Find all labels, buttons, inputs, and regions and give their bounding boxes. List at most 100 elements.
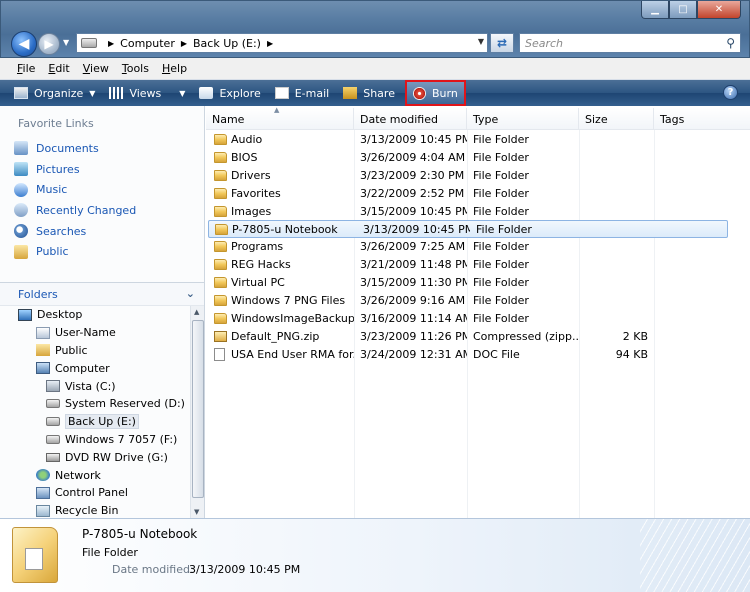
scrollbar-thumb[interactable] bbox=[192, 320, 204, 498]
organize-button[interactable]: Organize ▼ bbox=[10, 82, 99, 104]
window-controls: ▁ □ ✕ bbox=[641, 1, 741, 19]
file-type: File Folder bbox=[473, 133, 529, 147]
table-row[interactable]: USA End User RMA for... 3/24/2009 12:31 A… bbox=[206, 345, 750, 363]
column-header-tags[interactable]: Tags bbox=[654, 108, 750, 130]
folder-tree-item[interactable]: System Reserved (D:) bbox=[0, 395, 190, 413]
menu-tools[interactable]: Tools bbox=[122, 62, 149, 75]
table-row[interactable]: Images 3/15/2009 10:45 PM File Folder bbox=[206, 202, 750, 220]
column-header-label: Tags bbox=[660, 112, 685, 126]
breadcrumb-separator-icon[interactable]: ▶ bbox=[181, 39, 187, 48]
folder-tree-item[interactable]: User-Name bbox=[0, 324, 190, 342]
email-button[interactable]: E-mail bbox=[271, 82, 334, 104]
favorite-link-public[interactable]: Public bbox=[14, 241, 199, 262]
folder-tree-label: Back Up (E:) bbox=[65, 414, 139, 430]
table-row[interactable]: REG Hacks 3/21/2009 11:48 PM File Folder bbox=[206, 256, 750, 274]
favorite-link-recently-changed[interactable]: Recently Changed bbox=[14, 200, 199, 221]
music-icon bbox=[14, 182, 28, 197]
table-row[interactable]: Windows 7 PNG Files 3/26/2009 9:16 AM File… bbox=[206, 292, 750, 310]
file-date-modified: 3/13/2009 10:45 PM bbox=[360, 133, 467, 147]
folder-tree-item[interactable]: DVD RW Drive (G:) bbox=[0, 448, 190, 466]
table-row[interactable]: Audio 3/13/2009 10:45 PM File Folder bbox=[206, 131, 750, 149]
help-icon[interactable]: ? bbox=[723, 85, 738, 100]
explore-icon bbox=[199, 87, 214, 99]
burn-button[interactable]: Burn bbox=[404, 80, 466, 106]
favorite-link-documents[interactable]: Documents bbox=[14, 138, 199, 159]
menu-view[interactable]: View bbox=[83, 62, 109, 75]
table-row[interactable]: Drivers 3/23/2009 2:30 PM File Folder bbox=[206, 167, 750, 185]
menu-help[interactable]: Help bbox=[162, 62, 187, 75]
scroll-up-icon[interactable]: ▲ bbox=[194, 308, 199, 316]
windows-drive-icon bbox=[46, 380, 60, 393]
forward-button[interactable]: ▶ bbox=[38, 33, 60, 55]
table-row[interactable]: Default_PNG.zip 3/23/2009 11:26 PM Compres… bbox=[206, 327, 750, 345]
chevron-down-icon[interactable]: ⌄ bbox=[186, 287, 195, 300]
maximize-button[interactable]: □ bbox=[669, 1, 697, 19]
folder-tree-item[interactable]: Recycle Bin bbox=[0, 502, 190, 518]
file-type: DOC File bbox=[473, 347, 520, 361]
table-row[interactable]: Virtual PC 3/15/2009 11:30 PM File Folder bbox=[206, 274, 750, 292]
command-bar: Organize ▼ Views ▼ Explore E-mail Share … bbox=[0, 80, 750, 106]
file-name: Virtual PC bbox=[231, 276, 285, 290]
folder-icon bbox=[214, 187, 227, 199]
column-header-type[interactable]: Type bbox=[467, 108, 579, 130]
folder-tree-item[interactable]: Vista (C:) bbox=[0, 377, 190, 395]
column-header-date-modified[interactable]: Date modified bbox=[354, 108, 467, 130]
explore-button[interactable]: Explore bbox=[195, 82, 264, 104]
folder-tree-scrollbar[interactable]: ▲ ▼ bbox=[190, 306, 204, 518]
address-dropdown-icon[interactable]: ▼ bbox=[478, 37, 484, 46]
drive-icon bbox=[46, 434, 60, 444]
breadcrumb-separator-icon[interactable]: ▶ bbox=[108, 39, 114, 48]
scroll-down-icon[interactable]: ▼ bbox=[194, 508, 199, 516]
folder-tree-item[interactable]: Desktop bbox=[0, 306, 190, 324]
menu-file[interactable]: File bbox=[17, 62, 35, 75]
folder-tree-label: Windows 7 7057 (F:) bbox=[65, 432, 178, 446]
organize-label: Organize bbox=[34, 86, 84, 100]
folder-icon bbox=[215, 223, 228, 235]
breadcrumb-backup-drive[interactable]: Back Up (E:) bbox=[193, 37, 261, 50]
folder-icon bbox=[214, 295, 227, 307]
table-row[interactable]: Programs 3/26/2009 7:25 AM File Folder bbox=[206, 238, 750, 256]
folder-tree-item[interactable]: Computer bbox=[0, 359, 190, 377]
close-button[interactable]: ✕ bbox=[697, 1, 741, 19]
menu-edit[interactable]: Edit bbox=[48, 62, 69, 75]
file-name: REG Hacks bbox=[231, 258, 291, 272]
folder-icon bbox=[214, 152, 227, 164]
favorite-link-searches[interactable]: Searches bbox=[14, 221, 199, 242]
folder-icon bbox=[214, 277, 227, 289]
folder-tree-item[interactable]: Windows 7 7057 (F:) bbox=[0, 431, 190, 449]
favorite-link-pictures[interactable]: Pictures bbox=[14, 159, 199, 180]
menu-bar: File Edit View Tools Help bbox=[0, 58, 750, 80]
share-icon bbox=[343, 87, 358, 99]
table-row[interactable]: P-7805-u Notebook 3/13/2009 10:45 PM File … bbox=[208, 220, 728, 239]
folders-header[interactable]: Folders ⌄ bbox=[0, 282, 204, 306]
folder-tree-item[interactable]: Back Up (E:) bbox=[0, 413, 190, 431]
search-input[interactable]: Search ⚲ bbox=[519, 33, 741, 53]
refresh-button[interactable]: ⇄ bbox=[490, 33, 514, 53]
column-header-size[interactable]: Size bbox=[579, 108, 654, 130]
file-type: File Folder bbox=[473, 204, 529, 218]
folder-tree-item[interactable]: Network bbox=[0, 466, 190, 484]
column-header-name[interactable]: ▲ Name bbox=[206, 106, 354, 130]
computer-icon bbox=[36, 362, 50, 375]
breadcrumb-computer[interactable]: Computer bbox=[120, 37, 175, 50]
folder-icon bbox=[214, 241, 227, 253]
search-icon[interactable]: ⚲ bbox=[726, 36, 735, 50]
table-row[interactable]: Favorites 3/22/2009 2:52 PM File Folder bbox=[206, 185, 750, 203]
table-row[interactable]: BIOS 3/26/2009 4:04 AM File Folder bbox=[206, 149, 750, 167]
table-row[interactable]: WindowsImageBackup 3/16/2009 11:14 AM File… bbox=[206, 309, 750, 327]
folder-icon bbox=[14, 244, 28, 259]
folder-tree-item[interactable]: Public bbox=[0, 342, 190, 360]
minimize-button[interactable]: ▁ bbox=[641, 1, 669, 19]
views-button[interactable]: Views ▼ bbox=[105, 82, 189, 104]
folder-tree-item[interactable]: Control Panel bbox=[0, 484, 190, 502]
file-name: Default_PNG.zip bbox=[231, 329, 320, 343]
recent-pages-dropdown[interactable]: ▼ bbox=[63, 38, 69, 47]
column-header-label: Type bbox=[473, 112, 499, 126]
file-name: Programs bbox=[231, 240, 284, 254]
share-button[interactable]: Share bbox=[339, 82, 399, 104]
chevron-down-icon: ▼ bbox=[179, 88, 186, 98]
address-bar[interactable]: ▶ Computer ▶ Back Up (E:) ▶ ▼ bbox=[76, 33, 488, 53]
favorite-link-music[interactable]: Music bbox=[14, 179, 199, 200]
breadcrumb-separator-icon[interactable]: ▶ bbox=[267, 39, 273, 48]
back-button[interactable]: ◀ bbox=[11, 31, 37, 57]
